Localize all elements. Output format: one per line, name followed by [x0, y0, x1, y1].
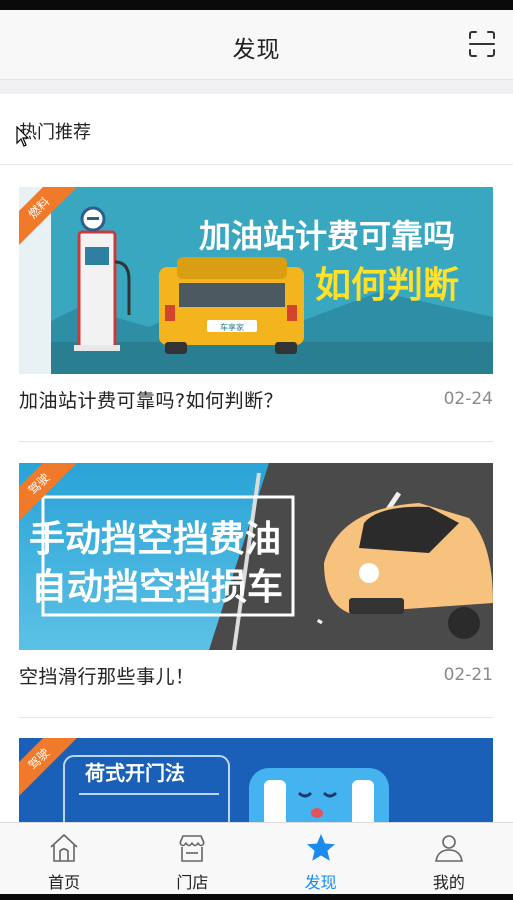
system-nav-bar	[0, 894, 513, 900]
article-title[interactable]: 空挡滑行那些事儿！	[19, 662, 195, 689]
section-header: 热门推荐	[0, 94, 513, 165]
page-title: 发现	[232, 37, 281, 63]
fuel-station-banner: 车享家 加油站计费可靠吗 如何判断	[19, 187, 493, 374]
article-card[interactable]: 荷式开门法 驾驶	[19, 738, 493, 822]
mouse-cursor-icon	[16, 126, 30, 147]
star-icon	[306, 834, 335, 861]
article-thumbnail[interactable]: 车享家 加油站计费可靠吗 如何判断 燃料	[19, 187, 493, 374]
article-thumbnail[interactable]: 手动挡空挡费油 自动挡空挡损车 驾驶	[19, 463, 493, 650]
article-date: 02-24	[443, 389, 493, 409]
tab-discover[interactable]: 发现	[257, 823, 385, 894]
article-card[interactable]: 手动挡空挡费油 自动挡空挡损车 驾驶 空挡滑行那些事儿！ 02-21	[19, 463, 493, 718]
article-title[interactable]: 加油站计费可靠吗?如何判断？	[19, 386, 283, 413]
tab-home[interactable]: 首页	[0, 823, 128, 894]
scan-icon[interactable]	[467, 29, 497, 59]
tab-profile[interactable]: 我的	[385, 823, 513, 894]
title-bar: 发现	[0, 10, 513, 80]
banner-line-2: 如何判断	[315, 265, 459, 306]
home-icon	[50, 834, 78, 862]
article-date: 02-21	[443, 665, 493, 685]
coasting-banner: 手动挡空挡费油 自动挡空挡损车	[19, 463, 493, 650]
article-feed[interactable]: 车享家 加油站计费可靠吗 如何判断 燃料 加油站计费可靠吗?如何判断？ 02-2…	[0, 165, 513, 822]
tab-label: 我的	[432, 873, 465, 892]
tab-label: 门店	[176, 873, 209, 892]
article-thumbnail[interactable]: 荷式开门法 驾驶	[19, 738, 493, 822]
status-bar	[0, 0, 513, 10]
banner-line-2: 自动挡空挡损车	[31, 567, 283, 608]
banner-line-1: 加油站计费可靠吗	[199, 217, 455, 255]
banner-plate-text: 车享家	[220, 322, 244, 332]
banner-line-1: 手动挡空挡费油	[29, 519, 281, 560]
door-opening-banner: 荷式开门法	[19, 738, 493, 822]
tab-store[interactable]: 门店	[128, 823, 256, 894]
banner-line-1: 荷式开门法	[85, 761, 185, 785]
tab-label: 发现	[304, 873, 337, 892]
section-gap	[0, 80, 513, 94]
article-meta[interactable]: 空挡滑行那些事儿！ 02-21	[19, 650, 493, 718]
tab-label: 首页	[48, 873, 81, 892]
store-icon	[179, 835, 206, 862]
article-card[interactable]: 车享家 加油站计费可靠吗 如何判断 燃料 加油站计费可靠吗?如何判断？ 02-2…	[19, 187, 493, 442]
article-meta[interactable]: 加油站计费可靠吗?如何判断？ 02-24	[19, 374, 493, 442]
profile-icon	[434, 835, 463, 862]
bottom-tab-bar: 首页 门店 发现 我的	[0, 822, 513, 894]
